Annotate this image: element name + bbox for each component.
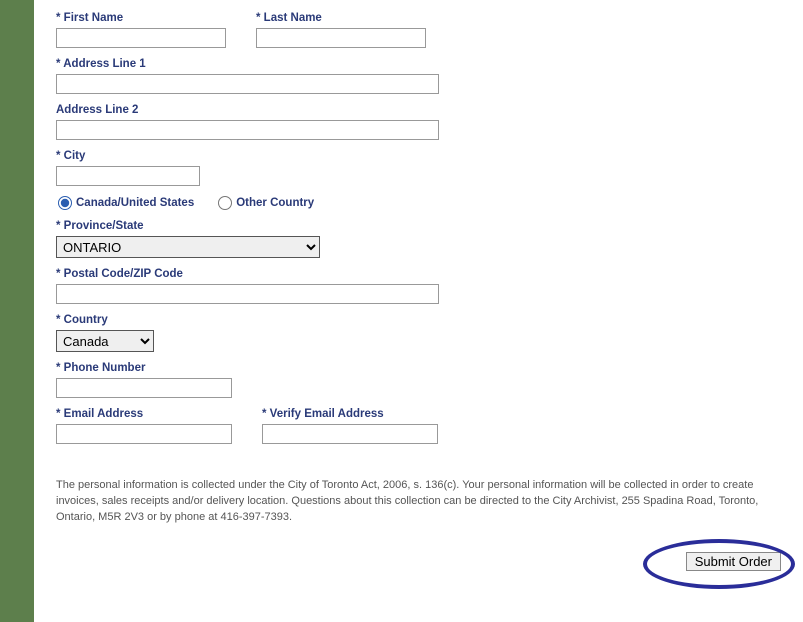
- postal-label: * Postal Code/ZIP Code: [56, 268, 787, 280]
- other-country-radio-text: Other Country: [236, 197, 314, 209]
- verify-email-label: * Verify Email Address: [262, 408, 438, 420]
- submit-row: Submit Order: [56, 552, 787, 571]
- other-country-radio-label[interactable]: Other Country: [218, 196, 314, 210]
- other-country-radio[interactable]: [218, 196, 232, 210]
- country-radio-group: Canada/United States Other Country: [58, 196, 787, 210]
- province-label: * Province/State: [56, 220, 787, 232]
- province-select[interactable]: ONTARIO: [56, 236, 320, 258]
- country-select[interactable]: Canada: [56, 330, 154, 352]
- address2-input[interactable]: [56, 120, 439, 140]
- last-name-label: * Last Name: [256, 12, 426, 24]
- first-name-input[interactable]: [56, 28, 226, 48]
- email-label: * Email Address: [56, 408, 232, 420]
- left-sidebar: [0, 0, 34, 622]
- submit-order-button[interactable]: Submit Order: [686, 552, 781, 571]
- privacy-disclaimer: The personal information is collected un…: [56, 478, 787, 526]
- canada-us-radio-label[interactable]: Canada/United States: [58, 196, 194, 210]
- country-label: * Country: [56, 314, 787, 326]
- first-name-label: * First Name: [56, 12, 226, 24]
- last-name-input[interactable]: [256, 28, 426, 48]
- address1-input[interactable]: [56, 74, 439, 94]
- phone-label: * Phone Number: [56, 362, 787, 374]
- canada-us-radio[interactable]: [58, 196, 72, 210]
- canada-us-radio-text: Canada/United States: [76, 197, 194, 209]
- phone-input[interactable]: [56, 378, 232, 398]
- address1-label: * Address Line 1: [56, 58, 787, 70]
- verify-email-input[interactable]: [262, 424, 438, 444]
- email-input[interactable]: [56, 424, 232, 444]
- form-content: * First Name * Last Name * Address Line …: [34, 0, 803, 622]
- address2-label: Address Line 2: [56, 104, 787, 116]
- city-label: * City: [56, 150, 787, 162]
- postal-input[interactable]: [56, 284, 439, 304]
- city-input[interactable]: [56, 166, 200, 186]
